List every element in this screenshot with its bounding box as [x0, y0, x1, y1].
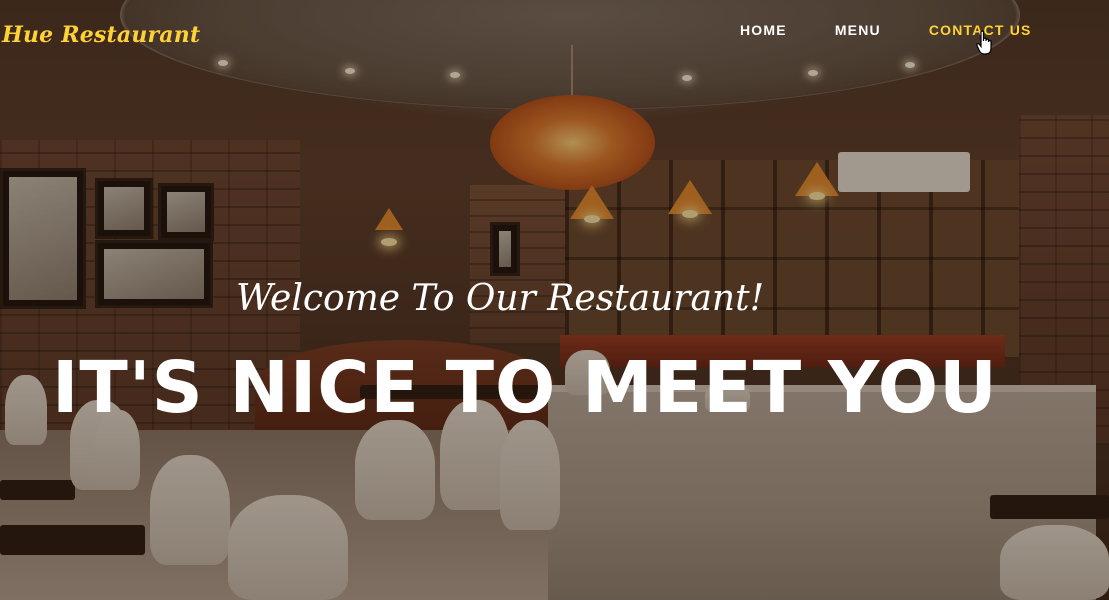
navbar-brand[interactable]: Hue Restaurant [2, 22, 200, 48]
nav-link-menu[interactable]: MENU [835, 22, 881, 38]
hand-pointer-cursor-icon [976, 30, 992, 55]
hero-lead-in: Welcome To Our Restaurant! [235, 278, 765, 319]
nav-link-home[interactable]: HOME [740, 22, 787, 38]
hero-heading: IT'S NICE TO MEET YOU [52, 346, 998, 429]
